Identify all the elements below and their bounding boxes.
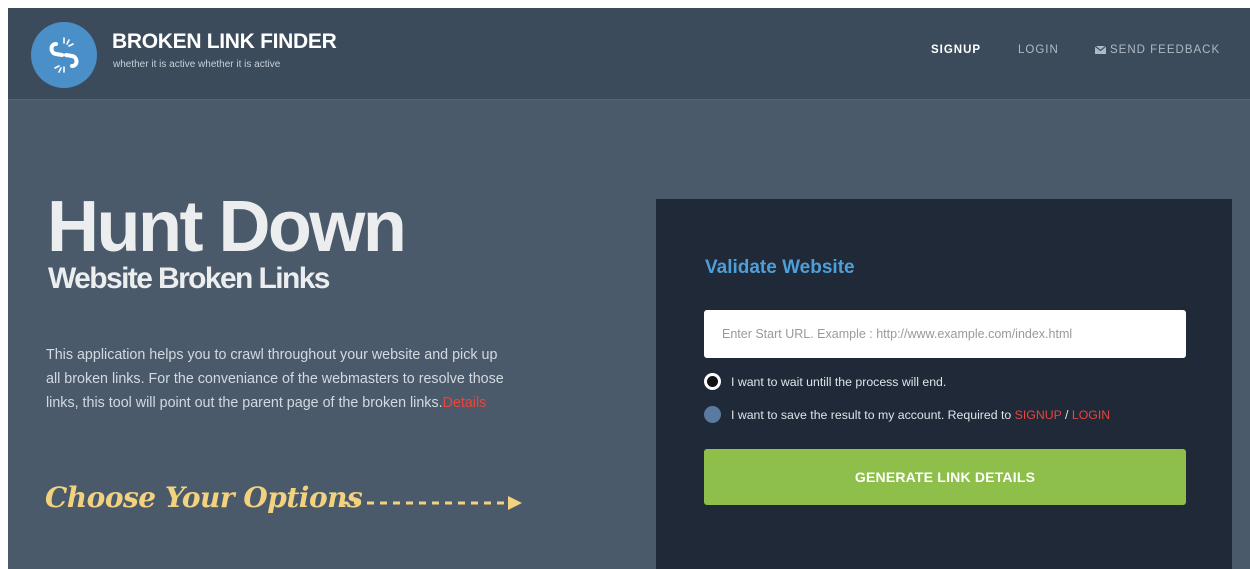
generate-link-details-button[interactable]: GENERATE LINK DETAILS	[704, 449, 1186, 505]
description-text: This application helps you to crawl thro…	[46, 347, 504, 411]
nav-signup-link[interactable]: SIGNUP	[931, 44, 981, 56]
panel-login-link[interactable]: LOGIN	[1072, 408, 1110, 422]
option-save-text: I want to save the result to my account.…	[731, 407, 1012, 422]
nav-login-link[interactable]: LOGIN	[1018, 44, 1059, 56]
broken-link-logo-icon[interactable]	[31, 22, 97, 88]
send-feedback-label: SEND FEEDBACK	[1110, 44, 1221, 56]
wait-radio[interactable]	[704, 373, 721, 390]
hero-description: This application helps you to crawl thro…	[46, 343, 508, 415]
brand-name: BROKEN LINK FINDER	[112, 30, 337, 53]
header: BROKEN LINK FINDER whether it is active …	[8, 8, 1250, 100]
option-save-label: I want to save the result to my account.…	[731, 408, 1110, 422]
option-wait-label: I want to wait untill the process will e…	[731, 374, 947, 389]
panel-signup-link[interactable]: SIGNUP	[1015, 408, 1062, 422]
details-link[interactable]: Details	[443, 395, 487, 411]
nav-send-feedback-link[interactable]: SEND FEEDBACK	[1095, 44, 1220, 56]
dashed-arrow-icon	[341, 496, 522, 510]
panel-title: Validate Website	[705, 257, 855, 278]
hero-title: Hunt Down	[47, 187, 407, 267]
choose-options-heading: Choose Your Options	[45, 481, 363, 514]
page: BROKEN LINK FINDER whether it is active …	[8, 8, 1250, 569]
link-separator: /	[1061, 407, 1072, 422]
validate-panel: Validate Website I want to wait untill t…	[656, 199, 1232, 569]
hero-subtitle: Website Broken Links	[48, 262, 330, 295]
option-wait[interactable]: I want to wait untill the process will e…	[704, 373, 946, 390]
start-url-input[interactable]	[704, 310, 1186, 358]
save-radio[interactable]	[704, 406, 721, 423]
mail-icon	[1095, 46, 1106, 54]
option-save[interactable]: I want to save the result to my account.…	[704, 406, 1110, 423]
brand-tagline: whether it is active whether it is activ…	[113, 59, 281, 70]
